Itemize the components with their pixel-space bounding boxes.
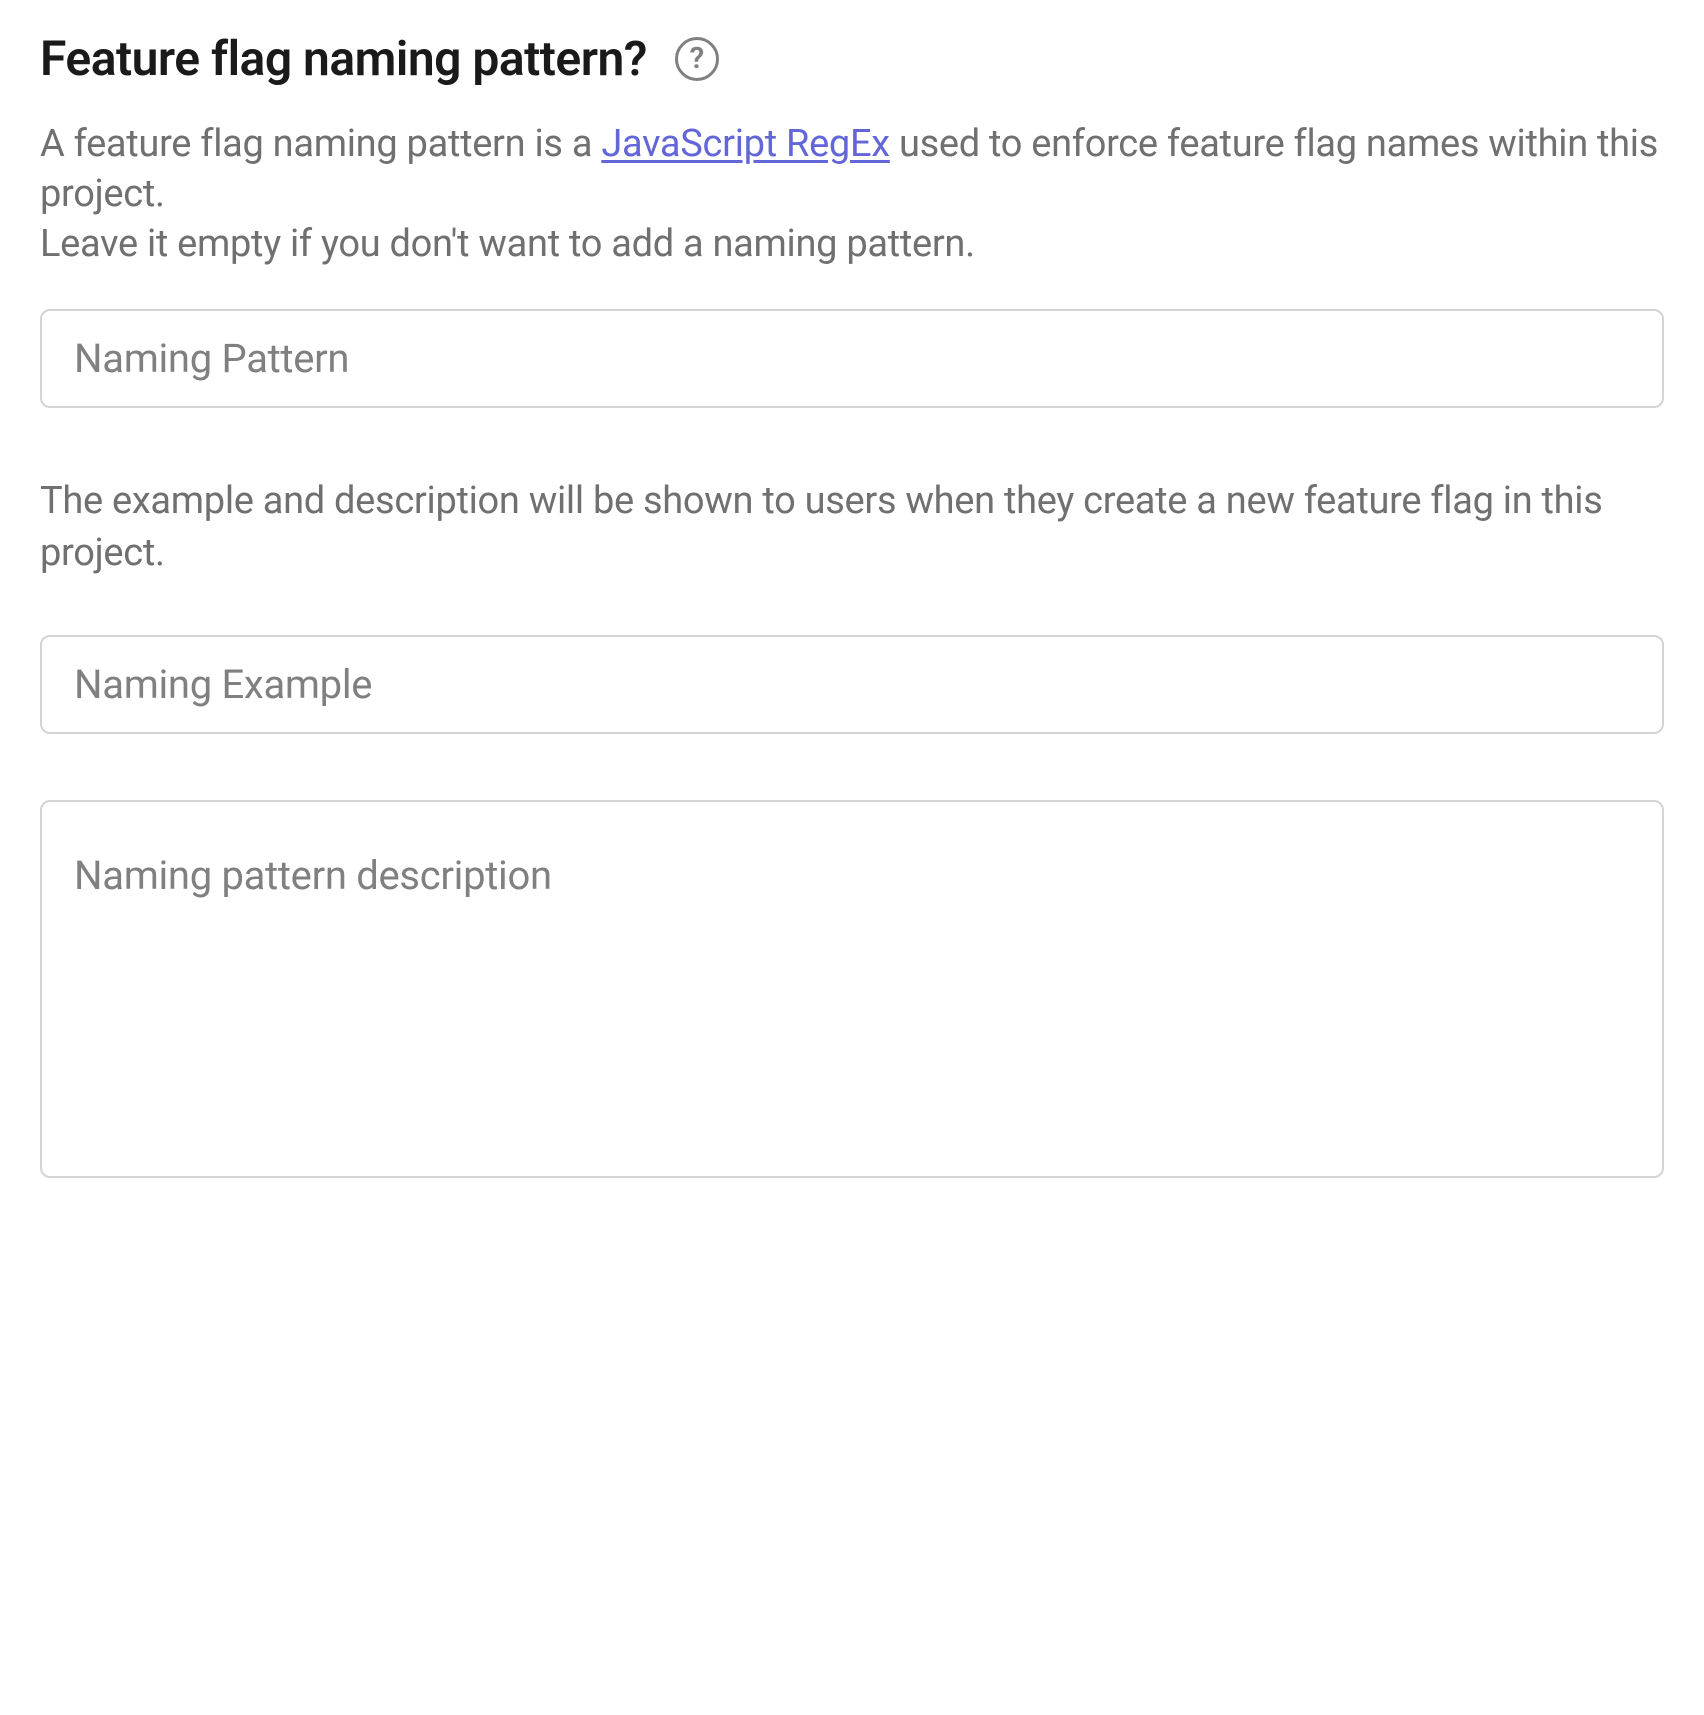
section-title: Feature flag naming pattern? <box>40 30 647 87</box>
help-icon[interactable]: ? <box>675 37 719 81</box>
description-line-2: Leave it empty if you don't want to add … <box>40 222 975 266</box>
naming-pattern-description-textarea[interactable] <box>40 800 1664 1178</box>
description-text-1: A feature flag naming pattern is a <box>40 122 601 166</box>
example-description: The example and description will be show… <box>40 476 1664 579</box>
pattern-description: A feature flag naming pattern is a JavaS… <box>40 119 1664 269</box>
naming-pattern-input[interactable] <box>40 309 1664 408</box>
section-header: Feature flag naming pattern? ? <box>40 30 1664 87</box>
javascript-regex-link[interactable]: JavaScript RegEx <box>601 122 889 166</box>
naming-example-input[interactable] <box>40 635 1664 734</box>
